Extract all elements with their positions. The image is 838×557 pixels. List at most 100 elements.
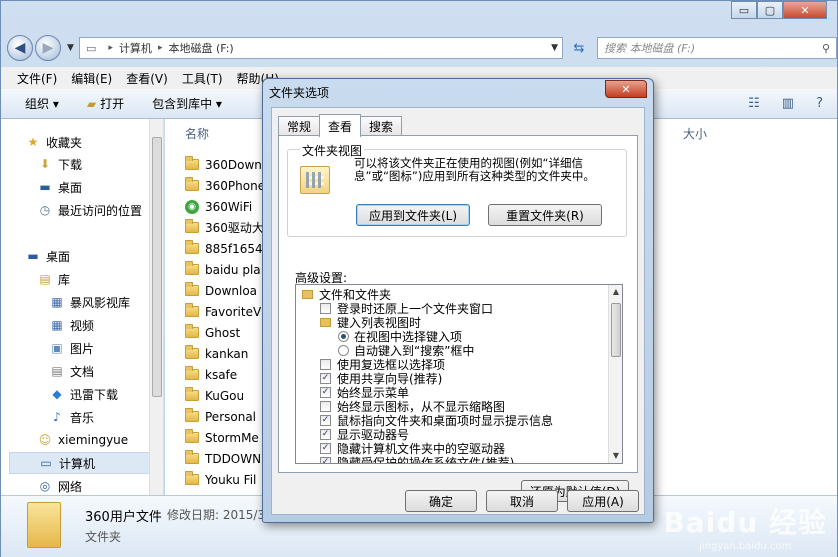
breadcrumb-computer[interactable]: 计算机 [119,40,152,56]
wifi-icon: ◉ [185,199,199,214]
checkbox-checked-icon[interactable]: ✓ [320,428,331,440]
tree-scrollbar[interactable]: ▲ ▼ [608,285,622,463]
open-label: 打开 [100,97,125,111]
list-item[interactable]: Youku Fil [185,469,256,490]
navigation-bar: ◀ ▶ ▼ ▭ ▸ 计算机 ▸ 本地磁盘 (F:) ▼ ⇆ 搜索 本地磁盘 (F… [7,33,837,63]
checkbox-checked-icon[interactable]: ✓ [320,442,331,454]
dialog-body: 常规 查看 搜索 文件夹视图 可以将该文件夹正在使用的视图(例如“详细信息”或“… [271,107,645,515]
view-options-icon[interactable]: ☷ [748,96,760,111]
dialog-close-button[interactable]: ✕ [605,80,647,98]
column-header-size[interactable]: 大小 [683,125,707,145]
checkbox-unchecked-icon[interactable] [320,302,331,314]
folder-icon [185,429,199,443]
organize-button[interactable]: 组织 ▾ [25,95,59,112]
checkbox-checked-icon[interactable]: ✓ [320,456,331,463]
list-item[interactable]: Personal [185,406,256,427]
apply-button[interactable]: 应用(A) [567,490,639,512]
apply-to-folders-button[interactable]: 应用到文件夹(L) [356,204,470,226]
list-item[interactable]: 360Phone [185,175,265,196]
details-name: 360用户文件 [85,510,162,525]
details-modified: 修改日期: 2015/3 [167,508,266,522]
checkbox-checked-icon[interactable]: ✓ [320,386,331,398]
list-item[interactable]: ksafe [185,364,237,385]
download-folder-icon: ⬇ [39,157,51,171]
list-item[interactable]: ◉ 360WiFi [185,196,252,217]
history-dropdown-icon[interactable]: ▼ [67,43,74,53]
list-item[interactable]: 360驱动大 [185,217,264,238]
sidebar-item-label: 迅雷下载 [70,387,119,402]
list-item[interactable]: 360Down [185,154,262,175]
folder-options-dialog: 文件夹选项 ✕ 常规 查看 搜索 文件夹视图 可以将该文件夹正在使用的视图(例如… [262,78,654,523]
cancel-button[interactable]: 取消 [486,490,558,512]
navpane-scrollbar[interactable] [149,119,163,495]
preview-pane-icon[interactable]: ▥ [782,96,794,111]
open-button[interactable]: ▰ 打开 [87,95,124,112]
open-folder-icon: ▰ [86,96,97,111]
checkbox-checked-icon[interactable]: ✓ [320,414,331,426]
checkbox-unchecked-icon[interactable] [320,358,331,370]
help-icon[interactable]: ? [816,96,823,111]
menu-edit[interactable]: 编辑(E) [71,70,112,87]
maximize-button[interactable]: ▢ [757,1,783,19]
scrollbar-thumb[interactable] [611,303,621,357]
folder-icon [185,261,199,275]
file-name: ksafe [205,367,238,382]
tab-view[interactable]: 查看 [319,114,362,137]
forward-arrow-icon[interactable]: ▶ [35,35,61,61]
sidebar-item-label: 收藏夹 [46,135,83,150]
scroll-up-icon[interactable]: ▲ [609,285,622,299]
checkbox-checked-icon[interactable]: ✓ [320,372,331,384]
radio-selected-icon[interactable] [338,330,349,342]
address-bar[interactable]: ▭ ▸ 计算机 ▸ 本地磁盘 (F:) ▼ [79,37,563,59]
video-library-icon: ▦ [51,295,63,309]
computer-icon: ▭ [86,41,97,55]
close-button[interactable]: ✕ [783,1,827,19]
search-placeholder: 搜索 本地磁盘 (F:) [604,42,696,55]
refresh-icon[interactable]: ⇆ [569,37,589,59]
scrollbar-thumb[interactable] [152,137,162,397]
folder-icon [185,324,199,338]
tree-checkbox-hide-system-files[interactable]: ✓ 隐藏受保护的操作系统文件(推荐) [320,455,515,464]
breadcrumb-drive[interactable]: 本地磁盘 (F:) [168,40,233,56]
list-item[interactable]: StormMe [185,427,259,448]
radio-unselected-icon[interactable] [338,344,349,356]
folder-views-group: 文件夹视图 可以将该文件夹正在使用的视图(例如“详细信息”或“图标”)应用到所有… [287,142,627,237]
search-icon[interactable]: ⚲ [822,42,830,55]
search-input[interactable]: 搜索 本地磁盘 (F:) ⚲ [597,37,837,59]
list-item[interactable]: Downloa [185,280,257,301]
sidebar-item-label: 文档 [70,364,95,379]
back-arrow-icon[interactable]: ◀ [7,35,33,61]
tab-general[interactable]: 常规 [278,116,321,136]
tree-label: 隐藏受保护的操作系统文件(推荐) [337,455,515,464]
computer-icon: ▭ [40,456,52,470]
column-header-name[interactable]: 名称 [185,125,209,145]
file-name: kankan [205,346,249,361]
file-name: TDDOWN [205,451,262,466]
list-item[interactable]: KuGou [185,385,244,406]
scroll-down-icon[interactable]: ▼ [609,449,622,463]
file-name: 360Phone [205,178,266,193]
organize-label: 组织 ▾ [25,97,59,111]
file-name: 360WiFi [205,199,253,214]
menu-view[interactable]: 查看(V) [126,70,168,87]
sidebar-item-label: 暴风影视库 [70,295,131,310]
reset-folders-button[interactable]: 重置文件夹(R) [488,204,602,226]
minimize-button[interactable]: ▭ [731,1,757,19]
list-item[interactable]: baidu pla [185,259,261,280]
list-item[interactable]: TDDOWN [185,448,261,469]
advanced-settings-tree[interactable]: 文件和文件夹 登录时还原上一个文件夹窗口 键入列表视图时 在视图中选择键入项 自… [295,284,623,464]
checkbox-unchecked-icon[interactable] [320,400,331,412]
include-in-library-button[interactable]: 包含到库中 ▾ [152,95,222,112]
list-item[interactable]: Ghost [185,322,240,343]
list-item[interactable]: FavoriteV [185,301,261,322]
list-item[interactable]: 885f1654 [185,238,263,259]
menu-file[interactable]: 文件(F) [17,70,57,87]
include-label: 包含到库中 ▾ [152,97,222,111]
sidebar-item-computer[interactable]: ▭ 计算机 [9,452,157,474]
folder-icon [302,289,313,299]
tab-search[interactable]: 搜索 [360,116,403,136]
list-item[interactable]: kankan [185,343,248,364]
ok-button[interactable]: 确定 [405,490,477,512]
address-dropdown-icon[interactable]: ▼ [551,43,558,53]
menu-tools[interactable]: 工具(T) [182,70,223,87]
